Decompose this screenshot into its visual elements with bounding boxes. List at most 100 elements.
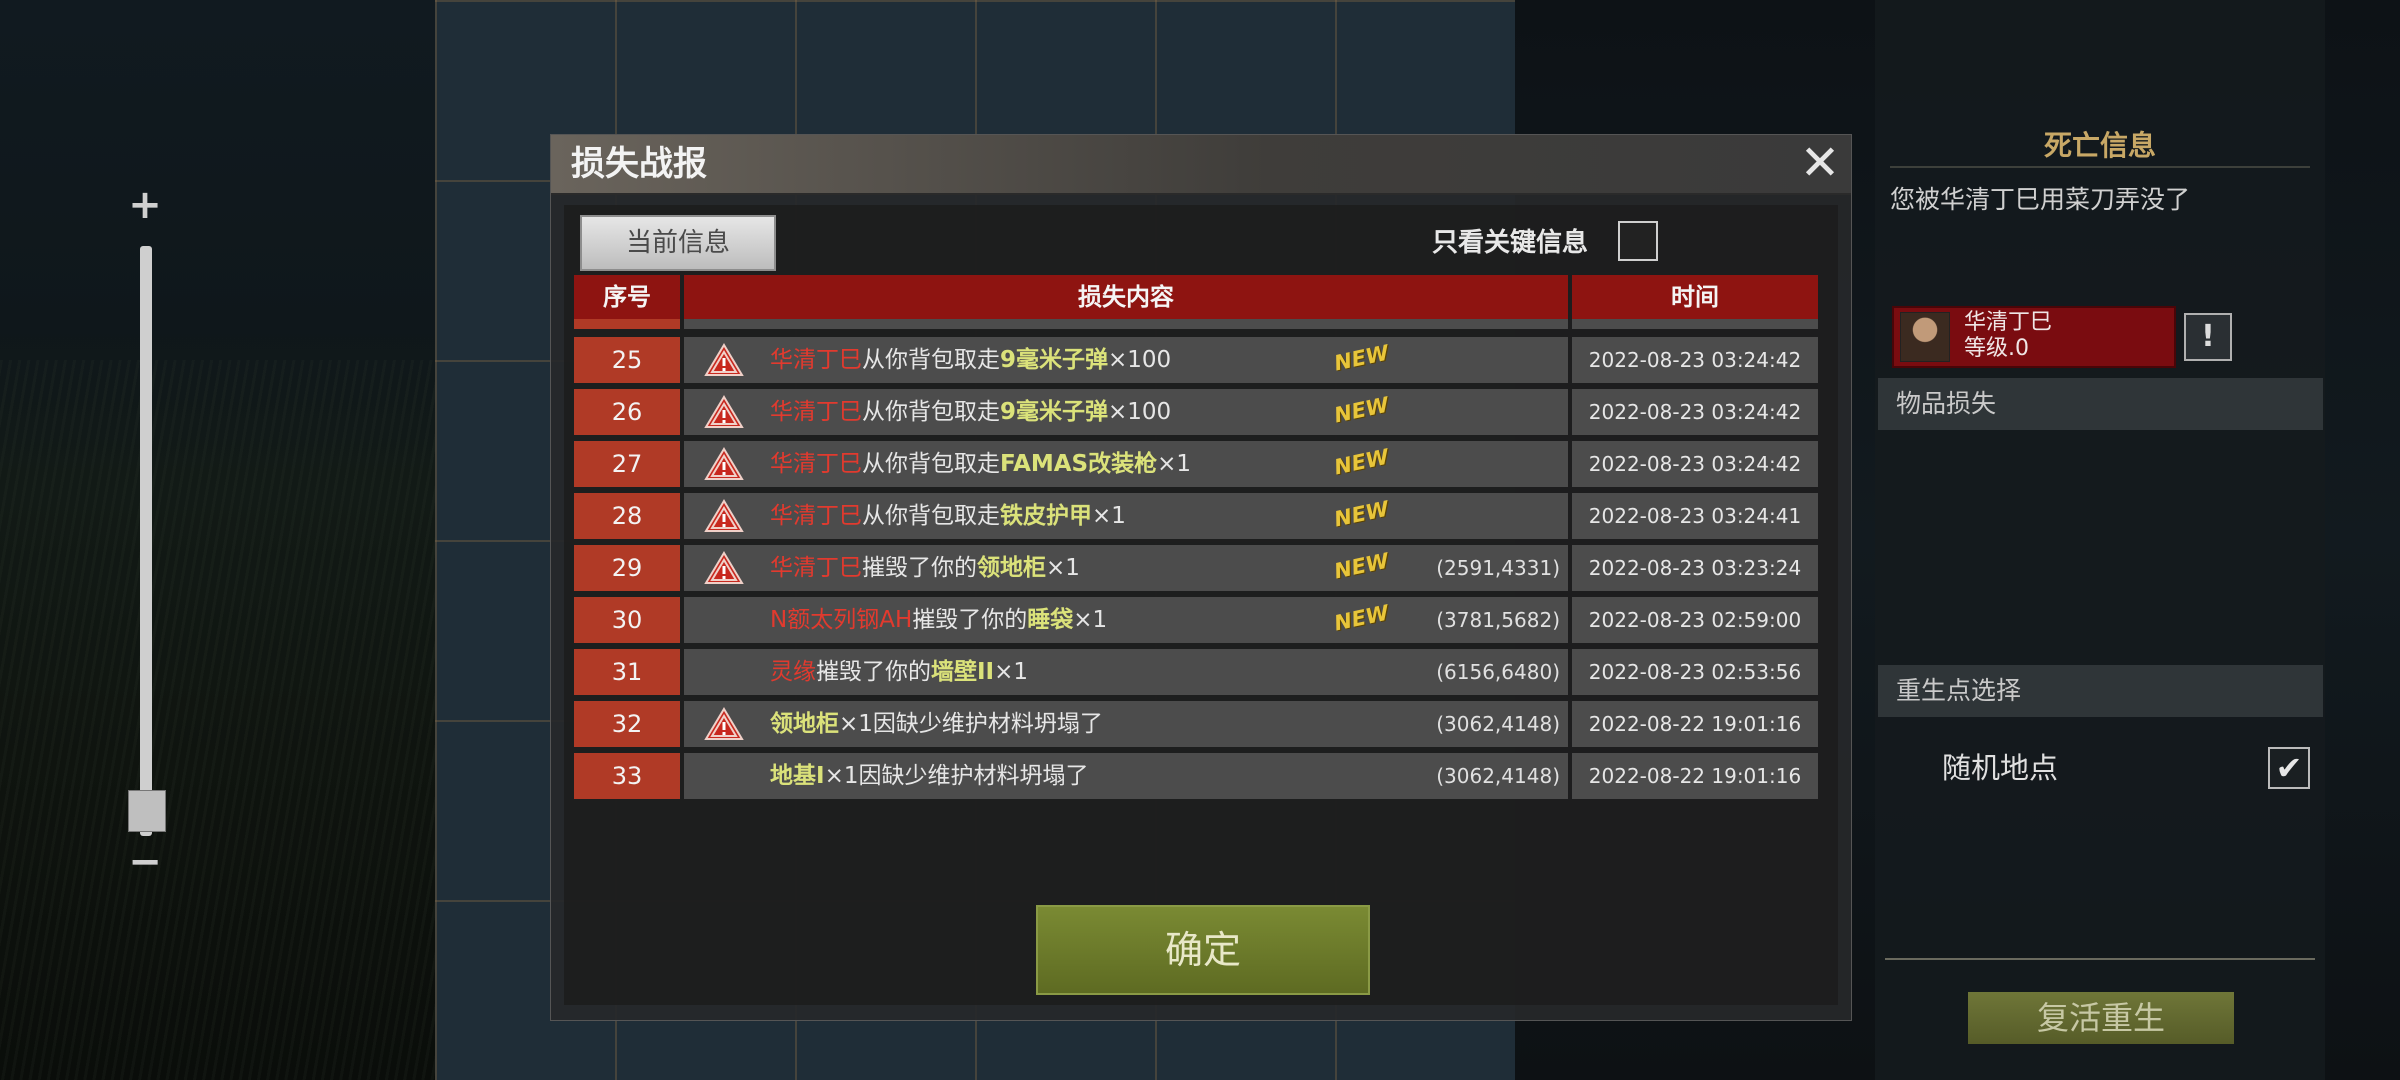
dialog-title: 损失战报 (571, 144, 707, 184)
row-coordinates[interactable]: (3781,5682) (1436, 597, 1560, 643)
row-time: 2022-08-23 03:24:42 (1572, 337, 1818, 383)
report-icon[interactable]: ! (2184, 313, 2232, 361)
message-segment: ×1 (1092, 503, 1126, 529)
warning-icon (704, 395, 744, 428)
row-coordinates[interactable]: (6156,6480) (1436, 649, 1560, 695)
new-badge: NEW (1332, 548, 1391, 584)
zoom-out-button[interactable]: − (128, 842, 162, 882)
message-segment: 从你背包取走 (862, 399, 1000, 425)
message-segment: 华清丁巳 (770, 503, 862, 529)
message-segment: 灵缘 (770, 659, 816, 685)
table-row-partial (574, 319, 1818, 329)
column-header-time: 时间 (1572, 275, 1818, 319)
table-row: 25 华清丁巳从你背包取走9毫米子弹×100 NEW 2022-08-23 03:24… (574, 337, 1818, 383)
row-time: 2022-08-23 02:53:56 (1572, 649, 1818, 695)
message-segment: 地基I (770, 763, 825, 789)
new-badge: NEW (1332, 600, 1391, 636)
respawn-random-label: 随机地点 (1942, 751, 2059, 785)
new-badge: NEW (1332, 444, 1391, 480)
table-row: 32 领地柜×1因缺少维护材料坍塌了 (3062,4148) 2022-08-22 1… (574, 701, 1818, 747)
loss-message: 灵缘摧毁了你的墙壁II×1 (770, 649, 1028, 695)
row-content: 华清丁巳从你背包取走FAMAS改装枪×1 NEW (684, 441, 1568, 487)
loss-report-dialog: 损失战报 ✕ 当前信息 只看关键信息 序号 损失内容 时间 25 华清丁巳从你背包… (550, 134, 1852, 1021)
loss-message: 华清丁巳从你背包取走9毫米子弹×100 (770, 389, 1171, 435)
key-info-filter-checkbox[interactable] (1618, 221, 1658, 261)
table-row: 27 华清丁巳从你背包取走FAMAS改装枪×1 NEW 2022-08-23 03:2… (574, 441, 1818, 487)
row-number: 27 (574, 441, 680, 487)
row-time: 2022-08-22 19:01:16 (1572, 753, 1818, 799)
message-segment: 睡袋 (1027, 607, 1074, 633)
dialog-body: 当前信息 只看关键信息 序号 损失内容 时间 25 华清丁巳从你背包取走9毫米子弹… (564, 205, 1838, 1005)
revive-button[interactable]: 复活重生 (1968, 992, 2234, 1044)
message-segment: N额太列钢AH (770, 607, 913, 633)
close-icon[interactable]: ✕ (1797, 139, 1843, 187)
items-lost-header: 物品损失 (1878, 378, 2323, 430)
row-time: 2022-08-22 19:01:16 (1572, 701, 1818, 747)
table-row: 30 N额太列钢AH摧毁了你的睡袋×1 NEW (3781,5682) 2022-08-… (574, 597, 1818, 643)
row-coordinates[interactable]: (2591,4331) (1436, 545, 1560, 591)
respawn-section-header: 重生点选择 (1878, 665, 2323, 717)
message-segment: ×100 (1108, 347, 1172, 373)
row-number: 25 (574, 337, 680, 383)
new-badge: NEW (1332, 392, 1391, 428)
loss-table[interactable]: 25 华清丁巳从你背包取走9毫米子弹×100 NEW 2022-08-23 03:24… (574, 319, 1818, 899)
warning-icon (704, 707, 744, 740)
table-row: 26 华清丁巳从你背包取走9毫米子弹×100 NEW 2022-08-23 03:24… (574, 389, 1818, 435)
dialog-header: 损失战报 ✕ (551, 135, 1851, 195)
loss-message: 华清丁巳摧毁了你的领地柜×1 (770, 545, 1080, 591)
row-content: 华清丁巳从你背包取走9毫米子弹×100 NEW (684, 389, 1568, 435)
message-segment: 华清丁巳 (770, 451, 862, 477)
loss-message: 华清丁巳从你背包取走FAMAS改装枪×1 (770, 441, 1191, 487)
message-segment: FAMAS改装枪 (1000, 451, 1158, 477)
warning-icon (704, 551, 744, 584)
row-content: 华清丁巳摧毁了你的领地柜×1 NEW (2591,4331) (684, 545, 1568, 591)
row-time: 2022-08-23 03:24:41 (1572, 493, 1818, 539)
game-screen: + − 死亡信息 您被华清丁巳用菜刀弄没了 华清丁巳 等级.0 ! 物品损失 重… (0, 0, 2400, 1080)
row-content: N额太列钢AH摧毁了你的睡袋×1 NEW (3781,5682) (684, 597, 1568, 643)
loss-message: 领地柜×1因缺少维护材料坍塌了 (770, 701, 1103, 747)
message-segment: 墙壁II (931, 659, 995, 685)
message-segment: ×1 (1157, 451, 1192, 477)
killer-avatar (1900, 312, 1950, 362)
message-segment: 摧毁了你的 (816, 659, 931, 685)
message-segment: 摧毁了你的 (912, 607, 1028, 633)
message-segment: 从你背包取走 (862, 347, 1000, 373)
message-segment: 铁皮护甲 (1000, 503, 1092, 529)
row-number: 30 (574, 597, 680, 643)
row-content: 华清丁巳从你背包取走9毫米子弹×100 NEW (684, 337, 1568, 383)
new-badge: NEW (1332, 496, 1391, 532)
cell-content (684, 319, 1568, 329)
zoom-slider-track[interactable] (140, 246, 152, 836)
column-header-num: 序号 (574, 275, 680, 319)
message-segment: 华清丁巳 (770, 555, 862, 581)
message-segment: 9毫米子弹 (1000, 399, 1109, 425)
row-content: 地基I×1因缺少维护材料坍塌了 (3062,4148) (684, 753, 1568, 799)
message-segment: 摧毁了你的 (862, 555, 977, 581)
row-coordinates[interactable]: (3062,4148) (1436, 701, 1560, 747)
row-number: 31 (574, 649, 680, 695)
table-row: 31 灵缘摧毁了你的墙壁II×1 (6156,6480) 2022-08-23 02:… (574, 649, 1818, 695)
loss-message: 华清丁巳从你背包取走铁皮护甲×1 (770, 493, 1126, 539)
row-content: 灵缘摧毁了你的墙壁II×1 (6156,6480) (684, 649, 1568, 695)
row-number: 28 (574, 493, 680, 539)
killer-card[interactable]: 华清丁巳 等级.0 (1892, 306, 2176, 368)
row-time: 2022-08-23 03:23:24 (1572, 545, 1818, 591)
tab-current-info[interactable]: 当前信息 (580, 215, 776, 271)
row-number: 32 (574, 701, 680, 747)
row-coordinates[interactable]: (3062,4148) (1436, 753, 1560, 799)
message-segment: 领地柜 (770, 711, 839, 737)
loss-message: 地基I×1因缺少维护材料坍塌了 (770, 753, 1088, 799)
message-segment: ×1 (994, 659, 1029, 685)
side-divider (1885, 958, 2315, 960)
message-segment: 9毫米子弹 (1000, 347, 1109, 373)
zoom-in-button[interactable]: + (128, 185, 162, 225)
warning-icon (704, 343, 744, 376)
message-segment: ×1因缺少维护材料坍塌了 (824, 763, 1089, 789)
confirm-button[interactable]: 确定 (1036, 905, 1370, 995)
table-row: 33 地基I×1因缺少维护材料坍塌了 (3062,4148) 2022-08-22 1… (574, 753, 1818, 799)
forest-background (0, 0, 440, 1080)
key-info-filter-label: 只看关键信息 (1432, 228, 1589, 258)
respawn-random-checkbox[interactable]: ✔ (2268, 747, 2310, 789)
zoom-slider-thumb[interactable] (128, 790, 166, 832)
message-segment: ×1 (1073, 607, 1108, 633)
